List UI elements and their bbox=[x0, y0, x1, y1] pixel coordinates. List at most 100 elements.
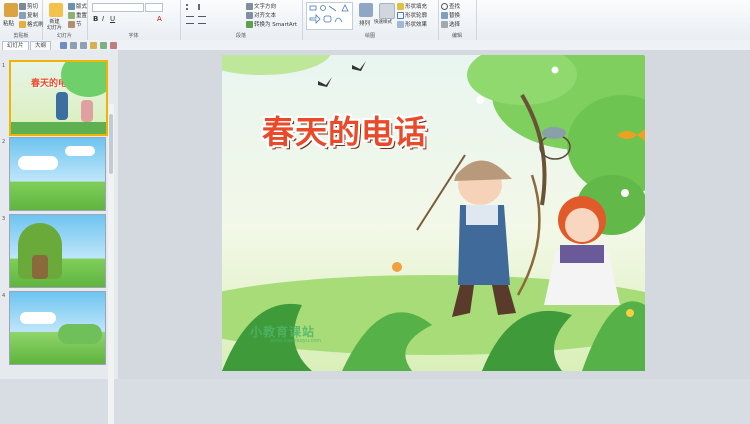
flower-3 bbox=[551, 66, 559, 74]
fill-icon bbox=[397, 3, 404, 10]
shape-effects-button[interactable]: 形状效果 bbox=[397, 20, 427, 28]
thumb-1-girl bbox=[81, 100, 93, 122]
layout-label: 版式 bbox=[76, 4, 88, 10]
shape-effects-label: 形状效果 bbox=[405, 22, 428, 28]
thumb-4-bush bbox=[58, 324, 102, 344]
arrange-button[interactable]: 排列 bbox=[359, 19, 370, 27]
table-icon[interactable] bbox=[99, 42, 107, 49]
ribbon: 粘贴 剪切 复制 格式刷 剪贴板 新建 幻灯片 版式 重置 节 幻灯片 B I … bbox=[0, 0, 750, 41]
cut-button[interactable]: 剪切 bbox=[19, 2, 38, 10]
thumb-number-3: 3 bbox=[2, 216, 6, 222]
paste-icon[interactable] bbox=[4, 3, 18, 17]
font-size-box[interactable] bbox=[145, 3, 163, 12]
layout-icon bbox=[68, 3, 75, 10]
underline-icon[interactable]: U bbox=[110, 15, 115, 23]
select-button[interactable]: 选择 bbox=[441, 20, 460, 28]
section-label: 节 bbox=[76, 22, 82, 28]
thumbnail-slide-2[interactable] bbox=[9, 137, 106, 211]
smartart-label: 转换为 SmartArt bbox=[254, 22, 298, 28]
scroll-thumb[interactable] bbox=[109, 114, 113, 174]
swallow-1 bbox=[318, 77, 332, 87]
numbering-icon[interactable] bbox=[198, 4, 208, 10]
smartart-button[interactable]: 转换为 SmartArt bbox=[246, 20, 297, 28]
paragraph-group-label: 段落 bbox=[235, 33, 246, 39]
layout-button[interactable]: 版式 bbox=[68, 2, 87, 10]
toolbar-icons bbox=[60, 42, 118, 49]
thumb-number-2: 2 bbox=[2, 139, 6, 145]
new-slide-button[interactable]: 新建 幻灯片 bbox=[47, 19, 62, 31]
save-icon[interactable] bbox=[60, 42, 67, 49]
bold-icon[interactable]: B bbox=[93, 15, 98, 23]
slides-group-label: 幻灯片 bbox=[56, 33, 72, 39]
undo-icon[interactable] bbox=[69, 42, 77, 49]
italic-icon[interactable]: I bbox=[102, 15, 104, 23]
clipboard-label: 剪贴板 bbox=[13, 33, 29, 39]
shape-fill-button[interactable]: 形状填充 bbox=[397, 2, 427, 10]
shape-outline-button[interactable]: 形状轮廓 bbox=[397, 11, 427, 19]
editing-group: 查找 替换 选择 编辑 bbox=[438, 0, 477, 40]
girl-pole bbox=[516, 174, 541, 296]
copy-button[interactable]: 复制 bbox=[19, 11, 38, 19]
select-label: 选择 bbox=[449, 22, 461, 28]
copy-icon bbox=[19, 12, 26, 19]
align-center-icon[interactable] bbox=[198, 16, 206, 24]
reset-button[interactable]: 重置 bbox=[68, 11, 87, 19]
brush-icon bbox=[19, 21, 26, 28]
slides-group: 新建 幻灯片 版式 重置 节 幻灯片 bbox=[42, 0, 88, 40]
font-group: B I U A 字体 bbox=[87, 0, 181, 40]
align-text-label: 对齐文本 bbox=[254, 13, 277, 19]
effects-icon bbox=[397, 21, 404, 28]
paragraph-group: 文字方向 对齐文本 转换为 SmartArt 段落 bbox=[180, 0, 303, 40]
format-painter-button[interactable]: 格式刷 bbox=[19, 20, 44, 28]
thumb-4-cloud bbox=[20, 312, 56, 324]
thumbnail-slide-1[interactable]: 春天的电话 bbox=[9, 60, 108, 136]
find-button[interactable]: 查找 bbox=[441, 2, 460, 10]
align-text-button[interactable]: 对齐文本 bbox=[246, 11, 276, 19]
bullets-icon[interactable] bbox=[186, 4, 196, 10]
shape-fill-label: 形状填充 bbox=[405, 4, 428, 10]
align-left-icon[interactable] bbox=[186, 16, 194, 24]
flower-1 bbox=[476, 96, 484, 104]
boy-pole bbox=[416, 154, 466, 231]
slide-canvas[interactable]: 春天的电话 小教育课站 www.xiaojiaoyu.com bbox=[222, 55, 645, 371]
cut-label: 剪切 bbox=[27, 4, 39, 10]
image-icon[interactable] bbox=[89, 42, 97, 49]
swallow-2 bbox=[352, 61, 366, 71]
reset-label: 重置 bbox=[76, 13, 88, 19]
chart-icon[interactable] bbox=[109, 42, 117, 49]
paste-button[interactable]: 粘贴 bbox=[3, 19, 14, 27]
thumb-2-cloud-2 bbox=[65, 146, 95, 156]
new-slide-label: 新建 幻灯片 bbox=[47, 19, 63, 31]
quick-styles-button[interactable]: 快速样式 bbox=[374, 19, 392, 25]
outline-icon bbox=[397, 12, 404, 19]
find-icon bbox=[441, 3, 448, 10]
font-color-icon[interactable]: A bbox=[157, 15, 162, 23]
text-direction-button[interactable]: 文字方向 bbox=[246, 2, 276, 10]
thumbnail-slide-3[interactable] bbox=[9, 214, 106, 288]
shapes-gallery[interactable] bbox=[306, 2, 353, 30]
section-button[interactable]: 节 bbox=[68, 20, 82, 28]
smartart-icon bbox=[246, 21, 253, 28]
shapes-icon bbox=[309, 4, 349, 24]
replace-button[interactable]: 替换 bbox=[441, 11, 460, 19]
replace-label: 替换 bbox=[449, 13, 461, 19]
thumbnail-slide-4[interactable] bbox=[9, 291, 106, 365]
font-group-label: 字体 bbox=[128, 33, 139, 39]
replace-icon bbox=[441, 12, 448, 19]
thumbnail-scrollbar[interactable] bbox=[108, 104, 114, 424]
slide-title[interactable]: 春天的电话 bbox=[262, 107, 427, 153]
copy-label: 复制 bbox=[27, 13, 39, 19]
editing-group-label: 编辑 bbox=[451, 33, 462, 39]
arrange-icon[interactable] bbox=[359, 3, 373, 17]
watermark-url: www.xiaojiaoyu.com bbox=[270, 338, 322, 344]
scissors-icon bbox=[19, 3, 26, 10]
redo-icon[interactable] bbox=[79, 42, 87, 49]
slide-thumbnail-panel: 1 春天的电话 2 3 4 bbox=[0, 50, 119, 424]
text-direction-label: 文字方向 bbox=[254, 4, 277, 10]
font-name-box[interactable] bbox=[92, 3, 144, 12]
thumb-1-tree bbox=[61, 62, 106, 97]
find-label: 查找 bbox=[449, 4, 461, 10]
clipboard-group: 粘贴 剪切 复制 格式刷 剪贴板 bbox=[0, 0, 44, 40]
new-slide-icon[interactable] bbox=[49, 3, 63, 17]
quick-styles-icon[interactable] bbox=[379, 3, 395, 19]
